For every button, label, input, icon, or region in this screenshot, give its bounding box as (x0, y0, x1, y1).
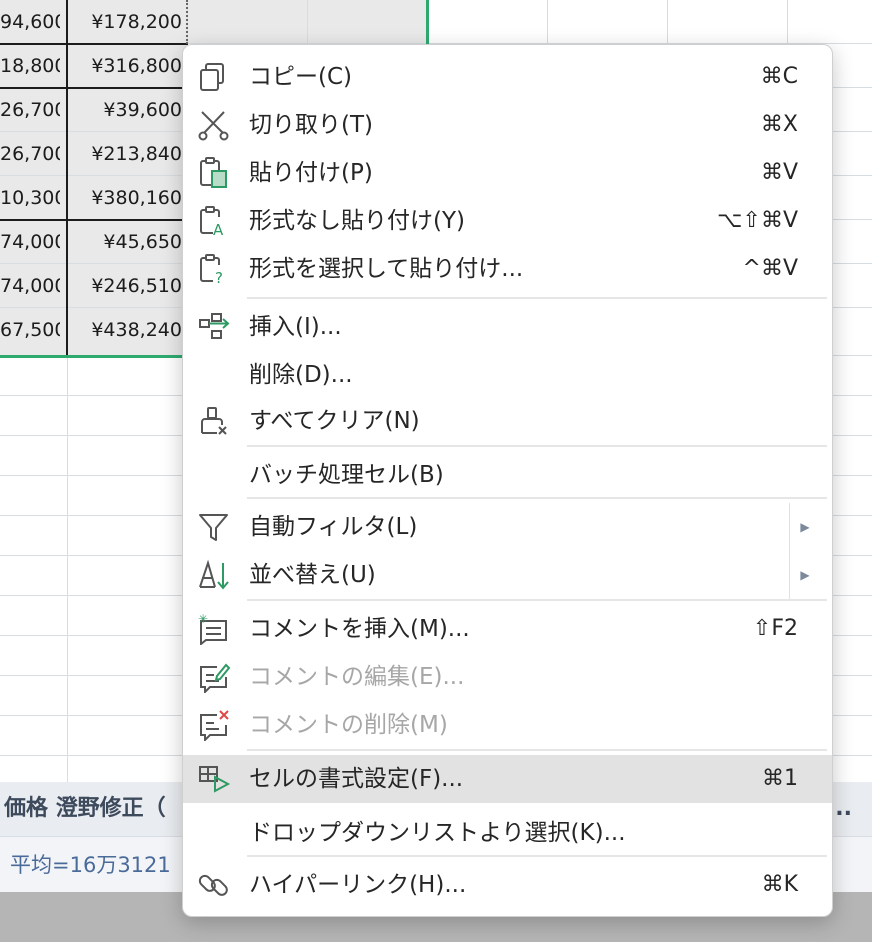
menu-item-paste-special[interactable]: ? 形式を選択して貼り付け... ^⌘V (183, 245, 832, 293)
menu-item-delete-comment: コメントの削除(M) (183, 701, 832, 749)
shortcut-label: ⌥⇧⌘V (717, 208, 798, 233)
menu-item-paste[interactable]: 貼り付け(P) ⌘V (183, 149, 832, 197)
shortcut-label: ⌘1 (762, 766, 798, 791)
menu-item-label: 挿入(I)... (249, 314, 342, 340)
paste-plain-icon: A (197, 205, 231, 237)
menu-item-label: コメントの編集(E)... (249, 664, 465, 690)
shortcut-label: ⌘K (761, 872, 798, 897)
context-menu: コピー(C) ⌘C 切り取り(T) ⌘X 貼り付け(P) ⌘V A 形式なし貼り… (182, 44, 833, 917)
menu-item-label: セルの書式設定(F)... (249, 766, 464, 792)
cell-value[interactable]: 18,800 (0, 44, 60, 88)
cell-value[interactable]: ¥45,650 (68, 220, 182, 264)
chevron-right-icon: ▶ (789, 503, 820, 551)
menu-item-dropdown-list[interactable]: ドロップダウンリストより選択(K)... (183, 809, 832, 857)
menu-item-label: コメントを挿入(M)... (249, 616, 470, 642)
paste-icon (197, 157, 231, 189)
menu-item-label: 自動フィルタ(L) (249, 514, 418, 540)
copy-icon (197, 61, 231, 93)
comment-delete-icon (197, 709, 231, 741)
menu-item-label: 削除(D)... (249, 362, 353, 388)
svg-text:?: ? (215, 269, 223, 285)
menu-item-label: ドロップダウンリストより選択(K)... (249, 820, 626, 846)
shortcut-label: ⇧F2 (752, 616, 798, 641)
cell-value[interactable]: ¥213,840 (68, 132, 182, 176)
menu-item-clear-all[interactable]: すべてクリア(N) (183, 397, 832, 445)
cell-value[interactable]: ¥246,510 (68, 264, 182, 308)
menu-separator (247, 297, 827, 299)
cell-value[interactable]: 67,500 (0, 308, 60, 352)
menu-item-label: コメントの削除(M) (249, 712, 448, 738)
menu-item-label: 形式なし貼り付け(Y) (249, 208, 465, 234)
cell-value[interactable]: ¥316,800 (68, 44, 182, 88)
menu-item-label: コピー(C) (249, 64, 353, 90)
menu-item-batch-cells[interactable]: バッチ処理セル(B) (183, 451, 832, 499)
insert-icon (197, 311, 231, 343)
menu-item-delete[interactable]: 削除(D)... (183, 351, 832, 399)
svg-text:A: A (213, 221, 224, 237)
shortcut-label: ⌘C (760, 64, 798, 89)
menu-item-format-cells[interactable]: セルの書式設定(F)... ⌘1 (183, 755, 832, 803)
menu-separator (247, 497, 827, 499)
filter-icon (197, 511, 231, 543)
menu-item-edit-comment: コメントの編集(E)... (183, 653, 832, 701)
cell-value[interactable]: 74,000 (0, 220, 60, 264)
selection-border (426, 0, 429, 44)
menu-item-copy[interactable]: コピー(C) ⌘C (183, 53, 832, 101)
comment-edit-icon (197, 661, 231, 693)
chevron-right-icon: ▶ (789, 551, 820, 599)
menu-item-cut[interactable]: 切り取り(T) ⌘X (183, 101, 832, 149)
cell-value[interactable]: ¥178,200 (68, 0, 182, 44)
menu-item-insert-comment[interactable]: ✳ コメントを挿入(M)... ⇧F2 (183, 605, 832, 653)
shortcut-label: ⌘V (760, 160, 798, 185)
selection-border (0, 355, 186, 358)
format-cells-icon (197, 763, 231, 795)
menu-item-autofilter[interactable]: 自動フィルタ(L) ▶ (183, 503, 832, 551)
cell-value[interactable]: 74,000 (0, 264, 60, 308)
cell-value[interactable]: 26,700 (0, 132, 60, 176)
menu-separator (247, 445, 827, 447)
menu-item-label: 形式を選択して貼り付け... (249, 256, 524, 282)
menu-item-sort[interactable]: 並べ替え(U) ▶ (183, 551, 832, 599)
menu-item-label: ハイパーリンク(H)... (249, 872, 467, 898)
column-d-selected-bg (188, 0, 428, 44)
shortcut-label: ^⌘V (742, 256, 798, 281)
comment-add-icon: ✳ (197, 613, 231, 645)
menu-item-hyperlink[interactable]: ハイパーリンク(H)... ⌘K (183, 861, 832, 909)
cell-value[interactable]: ¥438,240 (68, 308, 182, 352)
scissors-icon (197, 109, 231, 141)
cell-value[interactable]: ¥39,600 (68, 88, 182, 132)
cell-value[interactable]: 26,700 (0, 88, 60, 132)
menu-item-label: 貼り付け(P) (249, 160, 373, 186)
selection-summary[interactable]: 平均=16万3121 (10, 837, 171, 893)
cell-value[interactable]: 94,600 (0, 0, 60, 44)
cell-value[interactable]: ¥380,160 (68, 176, 182, 220)
menu-separator (247, 855, 827, 857)
menu-item-label: 並べ替え(U) (249, 562, 376, 588)
menu-item-label: すべてクリア(N) (249, 408, 420, 434)
eraser-icon (197, 405, 231, 437)
menu-item-label: 切り取り(T) (249, 112, 373, 138)
menu-separator (247, 749, 827, 751)
menu-separator (247, 599, 827, 601)
link-icon (197, 869, 231, 901)
svg-text:✳: ✳ (198, 613, 208, 626)
shortcut-label: ⌘X (760, 112, 798, 137)
paste-special-icon: ? (197, 253, 231, 285)
menu-item-paste-plain[interactable]: A 形式なし貼り付け(Y) ⌥⇧⌘V (183, 197, 832, 245)
marching-ants-border (186, 0, 188, 44)
sheet-title: 価格 澄野修正（ (4, 796, 166, 821)
sort-icon (197, 559, 231, 591)
menu-item-label: バッチ処理セル(B) (249, 462, 444, 488)
cell-value[interactable]: 10,300 (0, 176, 60, 220)
menu-item-insert[interactable]: 挿入(I)... (183, 303, 832, 351)
